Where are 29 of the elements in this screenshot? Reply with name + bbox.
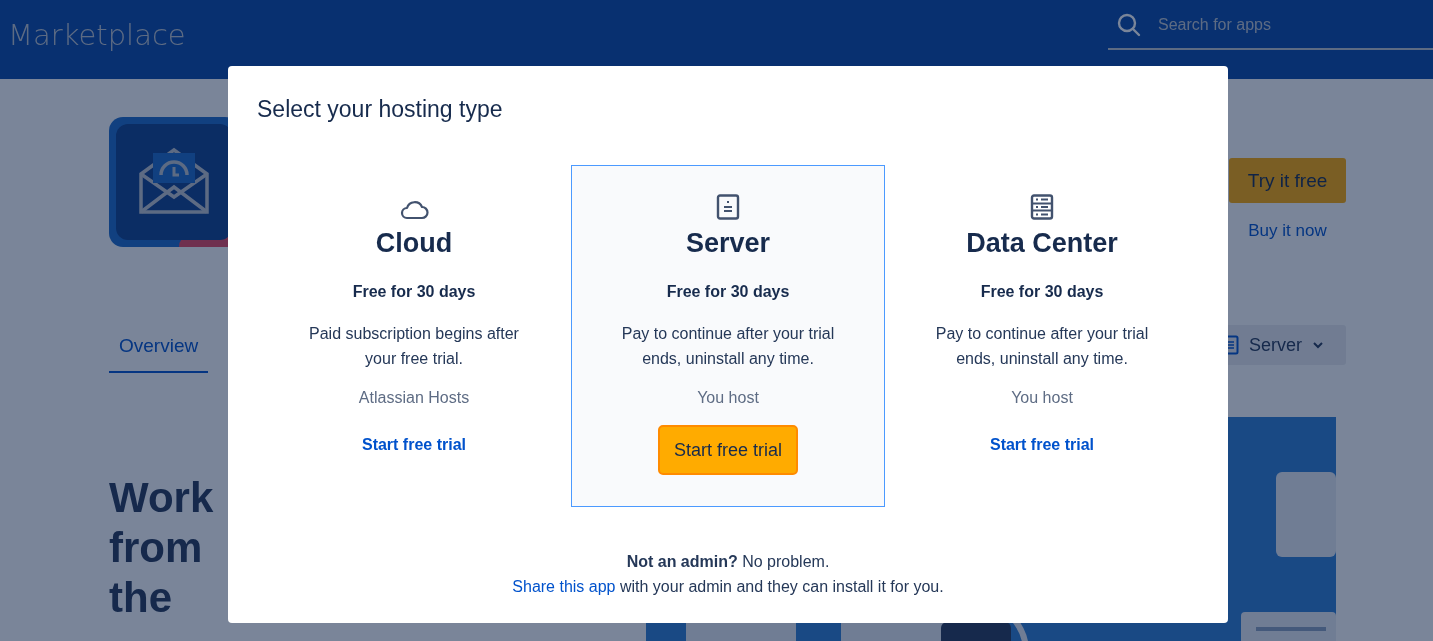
hosting-text: You host: [1011, 389, 1073, 407]
option-card[interactable]: Server Free for 30 days Pay to continue after your trial ends, uninstall any time. You host Start free trial: [571, 165, 885, 507]
headline-text: Work: [109, 473, 214, 523]
headline-text: the: [109, 573, 172, 623]
share-text: Share this app with your admin and they can install it for you.: [511, 577, 945, 597]
dropdown-label: Server: [1249, 334, 1302, 356]
hosting-text: Atlassian Hosts: [358, 389, 470, 407]
search-icon: [1116, 11, 1142, 38]
headline-text: from: [109, 523, 203, 573]
option-description: Pay to continue after your trial ends, uninstall any time.: [620, 324, 836, 369]
option-title: Data Center: [966, 228, 1118, 259]
trial-text: Free for 30 days: [980, 283, 1104, 301]
option-title: Server: [685, 228, 771, 259]
start-trial-button[interactable]: Start free trial: [657, 425, 798, 475]
option-title: Cloud: [375, 228, 453, 259]
admin-note: Not an admin? No problem.: [625, 552, 831, 572]
trial-text: Free for 30 days: [352, 283, 476, 301]
share-app-link[interactable]: Share this app: [512, 578, 616, 595]
start-trial-link[interactable]: Start free trial: [361, 436, 466, 454]
hosting-text: You host: [697, 389, 759, 407]
option-description: Paid subscription begins after your free trial.: [308, 324, 520, 369]
server-icon: [716, 194, 740, 220]
trial-text: Free for 30 days: [666, 283, 790, 301]
cloud-icon: [399, 198, 429, 220]
search-input[interactable]: Search for apps: [1156, 14, 1420, 35]
server-rack-icon: [1030, 194, 1054, 220]
chevron-down-icon: [1312, 341, 1324, 349]
dialog-title: Select your hosting type: [257, 96, 504, 123]
start-trial-link[interactable]: Start free trial: [989, 436, 1094, 454]
